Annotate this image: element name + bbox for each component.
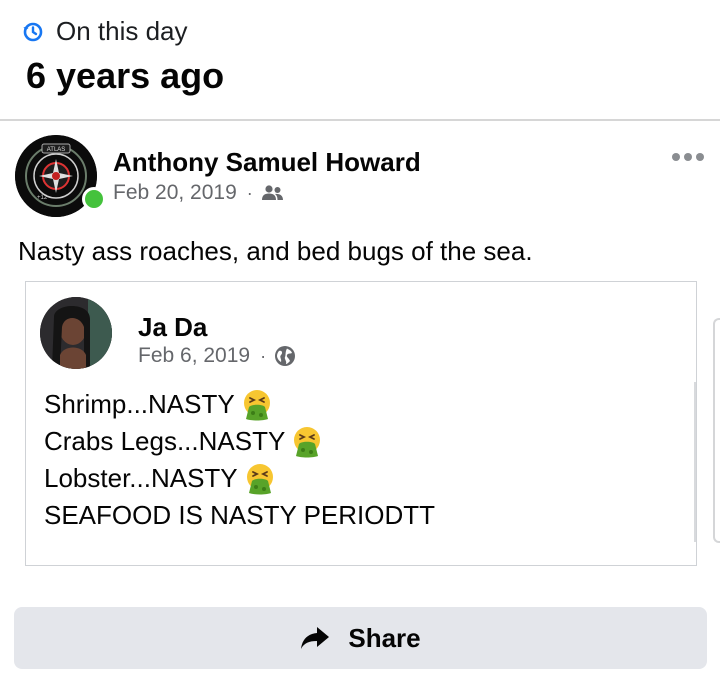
shared-line-text: SEAFOOD IS NASTY PERIODTT bbox=[44, 500, 436, 530]
memory-header: On this day 6 years ago bbox=[0, 0, 720, 121]
share-arrow-icon bbox=[300, 625, 330, 651]
shared-text-line: Lobster...NASTY bbox=[44, 460, 435, 497]
more-options-icon[interactable] bbox=[672, 153, 704, 161]
shared-author-name[interactable]: Ja Da bbox=[138, 312, 207, 343]
post-text: Nasty ass roaches, and bed bugs of the s… bbox=[18, 236, 533, 266]
meta-separator: · bbox=[260, 345, 267, 366]
meta-separator: · bbox=[246, 182, 253, 203]
friends-icon bbox=[261, 184, 285, 202]
shared-text-line: Shrimp...NASTY bbox=[44, 386, 435, 423]
share-button[interactable]: Share bbox=[14, 607, 707, 669]
globe-icon bbox=[274, 345, 296, 367]
shared-avatar[interactable] bbox=[40, 297, 112, 369]
avatar-badge-text: ATLAS bbox=[47, 147, 66, 153]
shared-line-text: Shrimp...NASTY bbox=[44, 389, 235, 419]
post-meta: Feb 20, 2019 · bbox=[113, 181, 285, 205]
post-date[interactable]: Feb 20, 2019 bbox=[113, 181, 237, 205]
share-label: Share bbox=[348, 622, 421, 653]
shared-post-text: Shrimp...NASTY Crabs Legs...NASTY Lobste… bbox=[44, 386, 435, 534]
memory-label: On this day bbox=[56, 16, 188, 46]
online-status-dot bbox=[82, 187, 106, 211]
shared-text-line: SEAFOOD IS NASTY PERIODTT bbox=[44, 497, 435, 534]
shared-post-card[interactable]: Ja Da Feb 6, 2019 · Shrimp...NASTY Crabs… bbox=[25, 281, 697, 566]
face-vomiting-emoji-icon bbox=[241, 389, 273, 421]
author-name[interactable]: Anthony Samuel Howard bbox=[113, 147, 421, 178]
post: ATLAS +12 Anthony Samuel Howard Feb 20, … bbox=[0, 123, 720, 683]
face-vomiting-emoji-icon bbox=[244, 463, 276, 495]
memory-title: 6 years ago bbox=[26, 55, 225, 96]
clock-history-icon bbox=[22, 21, 44, 43]
avatar-number: +12 bbox=[37, 195, 48, 201]
shared-line-text: Lobster...NASTY bbox=[44, 463, 238, 493]
shared-line-text: Crabs Legs...NASTY bbox=[44, 426, 286, 456]
face-vomiting-emoji-icon bbox=[291, 426, 323, 458]
shared-date[interactable]: Feb 6, 2019 bbox=[138, 344, 250, 368]
card-scrollbar[interactable] bbox=[694, 382, 696, 542]
page-scrollbar[interactable] bbox=[713, 318, 720, 543]
shared-text-line: Crabs Legs...NASTY bbox=[44, 423, 435, 460]
shared-meta: Feb 6, 2019 · bbox=[138, 344, 296, 368]
memory-label-row: On this day bbox=[22, 16, 188, 47]
